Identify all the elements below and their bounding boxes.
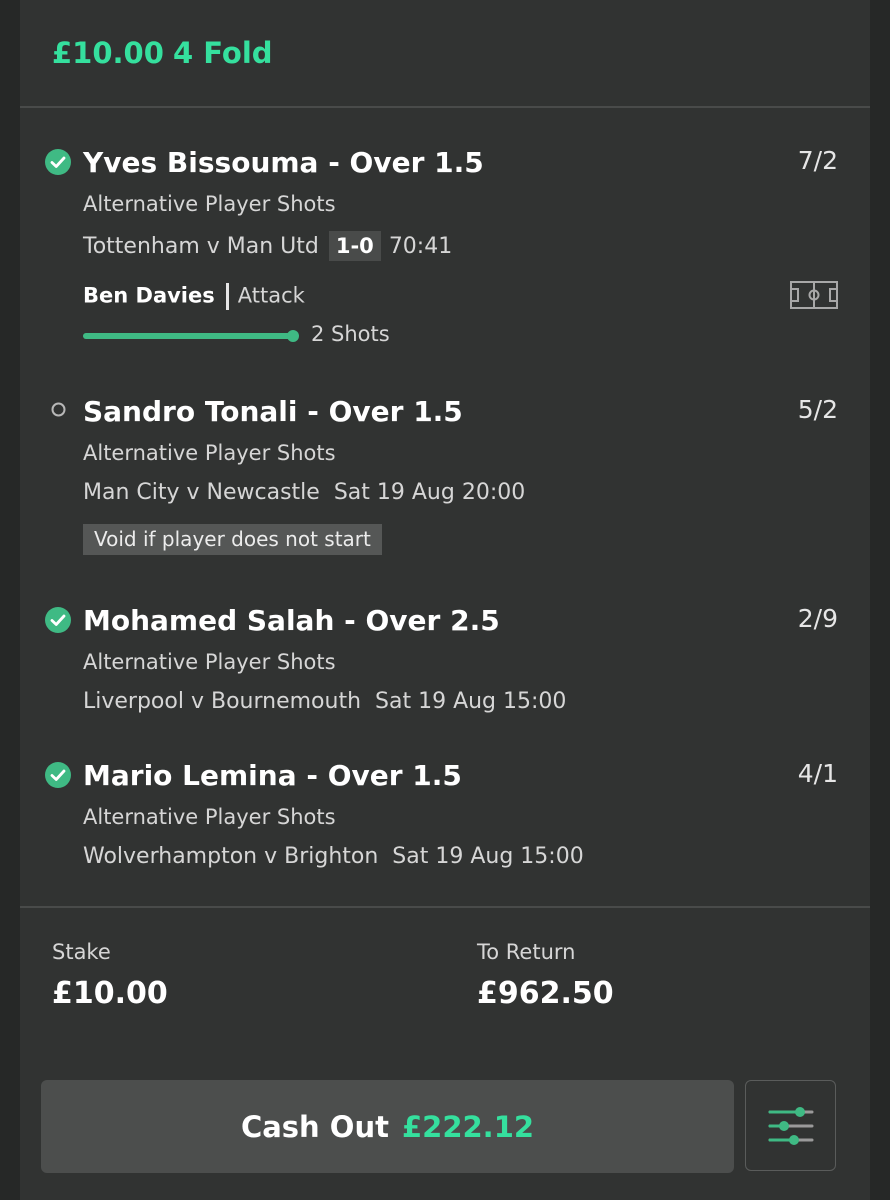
shots-progress-knob — [287, 330, 299, 342]
stake-value: £10.00 — [52, 976, 168, 1011]
tracker-separator — [225, 283, 229, 310]
leg-kickoff: Sat 19 Aug 20:00 — [333, 480, 526, 505]
tracker-player-name: Ben Davies — [83, 283, 215, 308]
match-clock: 70:41 — [388, 234, 453, 259]
leg-event-name: Man City v Newcastle — [83, 480, 320, 505]
leg-event: Man City v Newcastle Sat 19 Aug 20:00 — [83, 480, 525, 505]
check-circle-icon — [45, 762, 71, 788]
leg-event: Wolverhampton v Brighton Sat 19 Aug 15:00 — [83, 844, 584, 869]
cash-out-button[interactable]: Cash Out £222.12 — [41, 1080, 734, 1173]
leg-selection: Mohamed Salah - Over 2.5 — [83, 604, 500, 637]
cash-out-label: Cash Out — [240, 1109, 389, 1144]
live-score: 1-0 — [328, 231, 381, 261]
check-circle-icon — [45, 149, 71, 175]
open-circle-icon — [51, 402, 66, 417]
return-label: To Return — [477, 940, 576, 964]
shots-progress-bar — [83, 330, 299, 342]
bet-card: £10.00 4 Fold Yves Bissouma - Over 1.5 7… — [20, 0, 870, 1200]
shots-progress-label: 2 Shots — [311, 322, 390, 346]
leg-event: Tottenham v Man Utd 1-0 70:41 — [83, 231, 452, 261]
header-bet-type: 4 Fold — [173, 36, 273, 70]
leg-selection: Mario Lemina - Over 1.5 — [83, 759, 462, 792]
stake-label: Stake — [52, 940, 111, 964]
cash-out-settings-button[interactable] — [745, 1080, 836, 1171]
cash-out-amount: £222.12 — [401, 1109, 535, 1144]
leg-odds: 5/2 — [797, 395, 838, 424]
leg-odds: 7/2 — [797, 146, 838, 175]
shots-progress-fill — [83, 333, 293, 339]
sliders-icon — [768, 1106, 813, 1145]
tracker-player-position: Attack — [237, 283, 305, 308]
leg-odds: 4/1 — [797, 759, 838, 788]
summary-divider — [20, 906, 870, 908]
bet-header[interactable]: £10.00 4 Fold — [20, 0, 870, 108]
void-notice-badge: Void if player does not start — [83, 524, 382, 555]
leg-event-name: Liverpool v Bournemouth — [83, 689, 362, 714]
pitch-icon[interactable] — [790, 281, 838, 309]
leg-market: Alternative Player Shots — [83, 805, 336, 829]
leg-market: Alternative Player Shots — [83, 441, 336, 465]
leg-event-name: Wolverhampton v Brighton — [83, 844, 379, 869]
leg-market: Alternative Player Shots — [83, 192, 336, 216]
check-circle-icon — [45, 607, 71, 633]
leg-kickoff: Sat 19 Aug 15:00 — [375, 689, 567, 714]
player-tracker: Ben Davies Attack — [83, 283, 305, 310]
header-stake: £10.00 — [52, 36, 164, 70]
leg-kickoff: Sat 19 Aug 15:00 — [392, 844, 584, 869]
leg-event: Liverpool v Bournemouth Sat 19 Aug 15:00 — [83, 689, 566, 714]
leg-event-name: Tottenham v Man Utd — [83, 234, 319, 259]
leg-odds: 2/9 — [797, 604, 838, 633]
leg-selection: Sandro Tonali - Over 1.5 — [83, 395, 463, 428]
leg-selection: Yves Bissouma - Over 1.5 — [83, 146, 484, 179]
return-value: £962.50 — [477, 976, 614, 1011]
leg-market: Alternative Player Shots — [83, 650, 336, 674]
